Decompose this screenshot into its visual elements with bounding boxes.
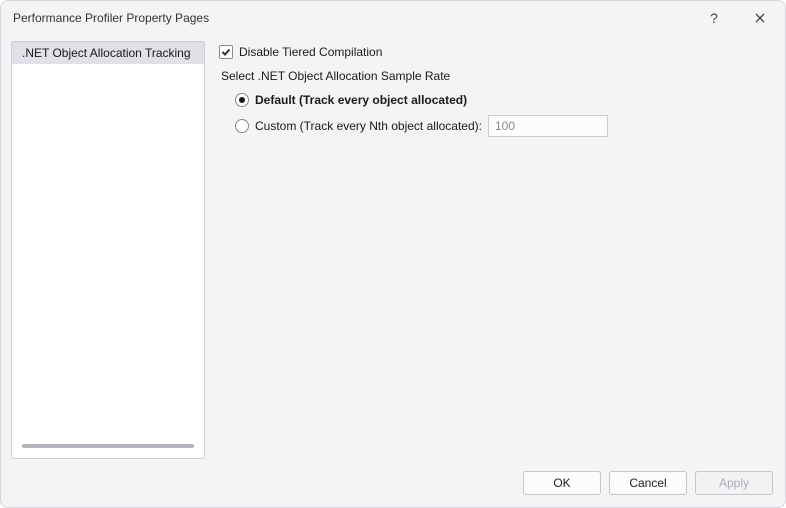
checkmark-icon	[221, 47, 231, 57]
sidebar: .NET Object Allocation Tracking	[11, 41, 205, 459]
ok-button[interactable]: OK	[523, 471, 601, 495]
disable-tiered-row: Disable Tiered Compilation	[219, 45, 769, 59]
sample-rate-group-label: Select .NET Object Allocation Sample Rat…	[219, 67, 769, 83]
radio-dot-icon	[239, 97, 245, 103]
radio-default-label: Default (Track every object allocated)	[255, 93, 467, 107]
radio-custom-row: Custom (Track every Nth object allocated…	[235, 115, 769, 137]
radio-default[interactable]	[235, 93, 249, 107]
radio-default-row: Default (Track every object allocated)	[235, 93, 769, 107]
sidebar-items: .NET Object Allocation Tracking	[12, 42, 204, 440]
sidebar-item-net-object-allocation[interactable]: .NET Object Allocation Tracking	[12, 42, 204, 64]
disable-tiered-checkbox[interactable]	[219, 45, 233, 59]
dialog-body: .NET Object Allocation Tracking Disable …	[1, 35, 785, 463]
cancel-button[interactable]: Cancel	[609, 471, 687, 495]
scrollbar-thumb[interactable]	[22, 444, 194, 448]
close-icon	[755, 13, 765, 23]
dialog: Performance Profiler Property Pages ? .N…	[0, 0, 786, 508]
dialog-footer: OK Cancel Apply	[1, 463, 785, 507]
help-button[interactable]: ?	[691, 3, 737, 33]
dialog-title: Performance Profiler Property Pages	[13, 11, 691, 25]
custom-n-input[interactable]	[488, 115, 608, 137]
sidebar-item-label: .NET Object Allocation Tracking	[22, 46, 191, 60]
close-button[interactable]	[737, 3, 783, 33]
radio-custom[interactable]	[235, 119, 249, 133]
apply-button[interactable]: Apply	[695, 471, 773, 495]
radio-custom-label: Custom (Track every Nth object allocated…	[255, 119, 482, 133]
help-icon: ?	[710, 10, 718, 26]
sample-rate-radio-group: Default (Track every object allocated) C…	[219, 91, 769, 137]
disable-tiered-label: Disable Tiered Compilation	[239, 45, 382, 59]
sidebar-horizontal-scrollbar[interactable]	[22, 444, 194, 452]
content-panel: Disable Tiered Compilation Select .NET O…	[215, 41, 775, 459]
titlebar: Performance Profiler Property Pages ?	[1, 1, 785, 35]
